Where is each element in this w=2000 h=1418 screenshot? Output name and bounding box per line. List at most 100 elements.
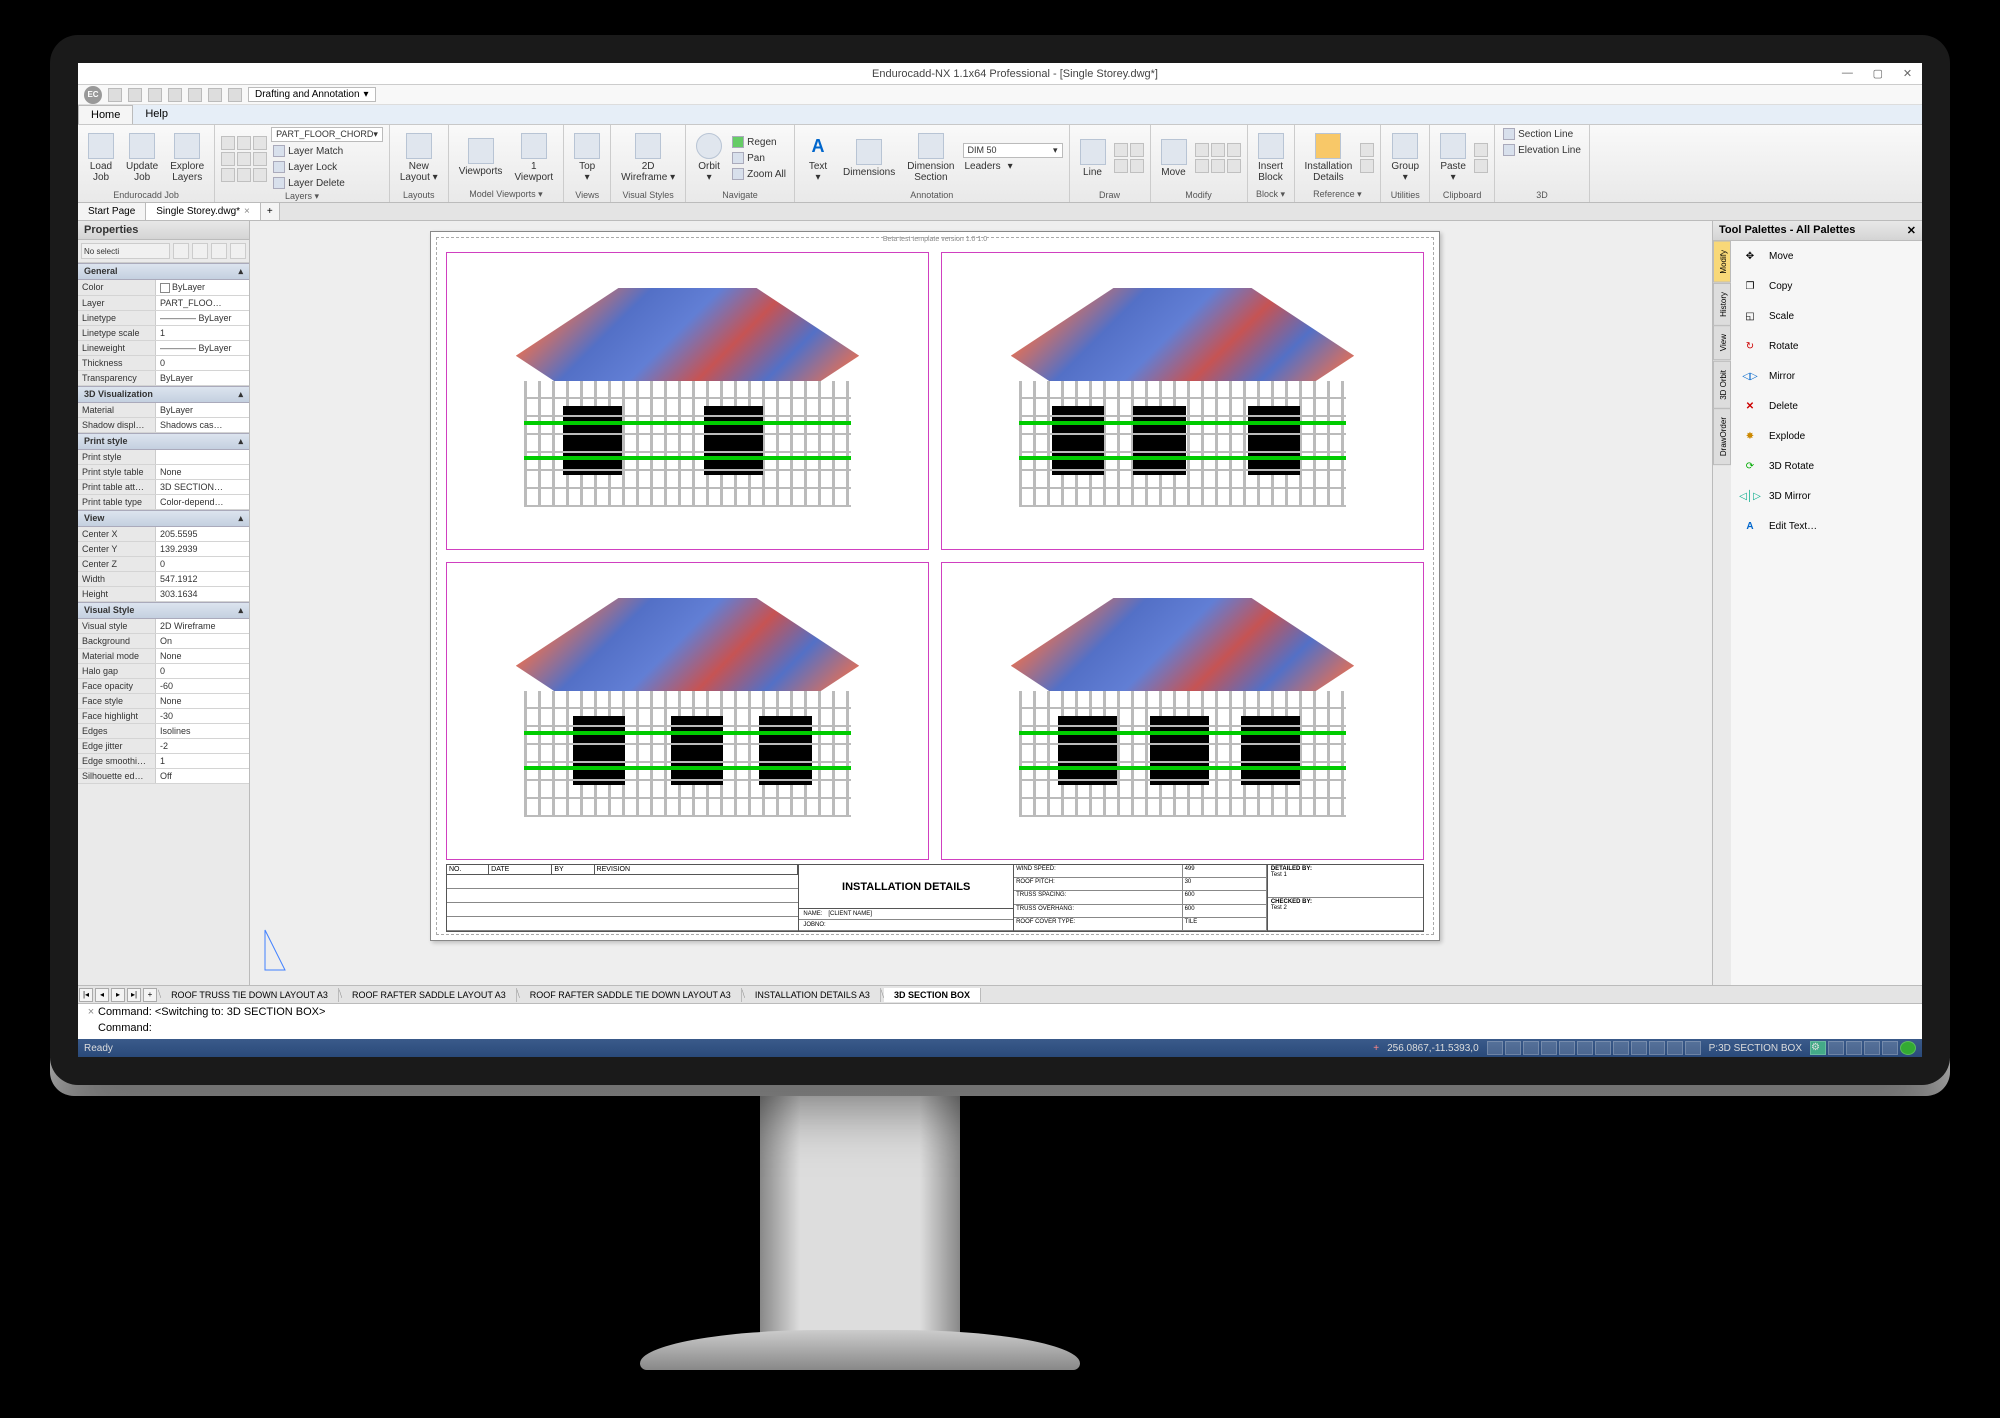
viewport-2[interactable] <box>941 252 1424 550</box>
lwt-toggle[interactable] <box>1595 1041 1611 1055</box>
clipboard-tools[interactable] <box>1474 143 1488 173</box>
explore-layers-button[interactable]: Explore Layers <box>166 133 208 183</box>
props-tool-icon[interactable] <box>173 243 189 259</box>
palette-explode[interactable]: ✸Explode <box>1731 421 1922 451</box>
layout-tab-active[interactable]: 3D SECTION BOX <box>884 988 981 1002</box>
snap-toggle[interactable] <box>1487 1041 1503 1055</box>
grid-toggle[interactable] <box>1505 1041 1521 1055</box>
model-toggle[interactable] <box>1613 1041 1629 1055</box>
gear-icon[interactable] <box>228 88 242 102</box>
top-view-button[interactable]: Top ▾ <box>570 133 604 183</box>
paste-button[interactable]: Paste ▾ <box>1436 133 1470 183</box>
palette-mirror[interactable]: ◁▷Mirror <box>1731 361 1922 391</box>
update-job-button[interactable]: Update Job <box>122 133 162 183</box>
viewport-4[interactable] <box>941 562 1424 860</box>
move-button[interactable]: Move <box>1157 139 1191 178</box>
tab-home[interactable]: Home <box>78 105 133 124</box>
layout-tab[interactable]: INSTALLATION DETAILS A3 <box>745 988 881 1002</box>
palette-delete[interactable]: ✕Delete <box>1731 391 1922 421</box>
palette-rotate[interactable]: ↻Rotate <box>1731 331 1922 361</box>
group-button[interactable]: Group ▾ <box>1387 133 1423 183</box>
command-line[interactable]: ×Command: <Switching to: 3D SECTION BOX>… <box>78 1003 1922 1039</box>
load-job-button[interactable]: Load Job <box>84 133 118 183</box>
palette-3dmirror[interactable]: ◁│▷3D Mirror <box>1731 481 1922 511</box>
viewports-button[interactable]: Viewports <box>455 138 507 177</box>
layout-tab[interactable]: ROOF RAFTER SADDLE TIE DOWN LAYOUT A3 <box>520 988 742 1002</box>
nav-add-icon[interactable]: + <box>143 988 157 1002</box>
props-tool-icon[interactable] <box>192 243 208 259</box>
redo-icon[interactable] <box>208 88 222 102</box>
palette-3drotate[interactable]: ⟳3D Rotate <box>1731 451 1922 481</box>
nav-prev-icon[interactable]: ◂ <box>95 988 109 1002</box>
layout-tab[interactable]: ROOF RAFTER SADDLE LAYOUT A3 <box>342 988 517 1002</box>
prop-color[interactable]: ByLayer <box>156 280 249 295</box>
line-button[interactable]: Line <box>1076 139 1110 178</box>
layer-selector[interactable]: PART_FLOOR_CHORD▾ <box>271 127 383 142</box>
undo-icon[interactable] <box>188 88 202 102</box>
doctab-file[interactable]: Single Storey.dwg*× <box>146 203 261 220</box>
nav-next-icon[interactable]: ▸ <box>111 988 125 1002</box>
section-3dvis[interactable]: 3D Visualization▴ <box>78 386 249 403</box>
status-icon[interactable] <box>1828 1041 1844 1055</box>
palette-move[interactable]: ✥Move <box>1731 241 1922 271</box>
cmdline-close-icon[interactable]: × <box>84 1006 98 1018</box>
palette-tab-draworder[interactable]: DrawOrder <box>1713 408 1731 465</box>
dim-section-button[interactable]: Dimension Section <box>903 133 958 183</box>
wireframe-button[interactable]: 2D Wireframe ▾ <box>617 133 679 183</box>
orbit-button[interactable]: Orbit ▾ <box>692 133 726 183</box>
doctab-start[interactable]: Start Page <box>78 203 146 220</box>
section-general[interactable]: General▴ <box>78 263 249 280</box>
nav-last-icon[interactable]: ▸| <box>127 988 141 1002</box>
layer-delete-button[interactable]: Layer Delete <box>271 176 383 190</box>
text-button[interactable]: AText ▾ <box>801 133 835 183</box>
props-tool-icon[interactable] <box>230 243 246 259</box>
status-toggle[interactable] <box>1649 1041 1665 1055</box>
status-toggle[interactable] <box>1631 1041 1647 1055</box>
leaders-button[interactable]: Leaders▾ <box>963 160 1063 173</box>
close-icon[interactable]: ✕ <box>1903 67 1912 80</box>
prop-thickness[interactable]: 0 <box>156 356 249 370</box>
section-printstyle[interactable]: Print style▴ <box>78 433 249 450</box>
palette-edittext[interactable]: AEdit Text… <box>1731 511 1922 541</box>
status-toggle[interactable] <box>1667 1041 1683 1055</box>
status-icon[interactable] <box>1846 1041 1862 1055</box>
app-logo[interactable]: EC <box>84 86 102 104</box>
ortho-toggle[interactable] <box>1523 1041 1539 1055</box>
dimensions-button[interactable]: Dimensions <box>839 139 899 178</box>
zoom-all-button[interactable]: Zoom All <box>730 167 788 181</box>
layer-lock-button[interactable]: Layer Lock <box>271 160 383 174</box>
draw-tools-grid[interactable] <box>1114 143 1144 173</box>
palette-tab-history[interactable]: History <box>1713 283 1731 326</box>
layer-match-button[interactable]: Layer Match <box>271 144 383 158</box>
help-icon[interactable] <box>1900 1041 1916 1055</box>
settings-icon[interactable]: ⚙ <box>1810 1041 1826 1055</box>
drawing-canvas[interactable]: Beta test template version 1.0 1.0 NO.DA… <box>250 221 1712 985</box>
prop-ltscale[interactable]: 1 <box>156 326 249 340</box>
section-view[interactable]: View▴ <box>78 510 249 527</box>
one-viewport-button[interactable]: 1 Viewport <box>510 133 557 183</box>
palette-tab-view[interactable]: View <box>1713 325 1731 360</box>
palette-close-icon[interactable]: ✕ <box>1907 224 1916 237</box>
palette-tab-modify[interactable]: Modify <box>1713 241 1731 283</box>
reference-tools[interactable] <box>1360 143 1374 173</box>
viewport-3[interactable] <box>446 562 929 860</box>
viewport-1[interactable] <box>446 252 929 550</box>
palette-scale[interactable]: ◱Scale <box>1731 301 1922 331</box>
nav-first-icon[interactable]: |◂ <box>79 988 93 1002</box>
close-tab-icon[interactable]: × <box>244 206 250 217</box>
regen-button[interactable]: Regen <box>730 135 788 149</box>
layout-tab[interactable]: ROOF TRUSS TIE DOWN LAYOUT A3 <box>161 988 339 1002</box>
insert-block-button[interactable]: Insert Block <box>1254 133 1288 183</box>
otrack-toggle[interactable] <box>1577 1041 1593 1055</box>
tab-help[interactable]: Help <box>133 105 180 124</box>
polar-toggle[interactable] <box>1541 1041 1557 1055</box>
open-icon[interactable] <box>128 88 142 102</box>
palette-copy[interactable]: ❐Copy <box>1731 271 1922 301</box>
prop-linetype[interactable]: ———— ByLayer <box>156 311 249 325</box>
modify-tools-grid[interactable] <box>1195 143 1241 173</box>
section-line-button[interactable]: Section Line <box>1501 127 1575 141</box>
save-icon[interactable] <box>148 88 162 102</box>
doctab-add[interactable]: + <box>261 203 280 220</box>
print-icon[interactable] <box>168 88 182 102</box>
status-toggle[interactable] <box>1685 1041 1701 1055</box>
